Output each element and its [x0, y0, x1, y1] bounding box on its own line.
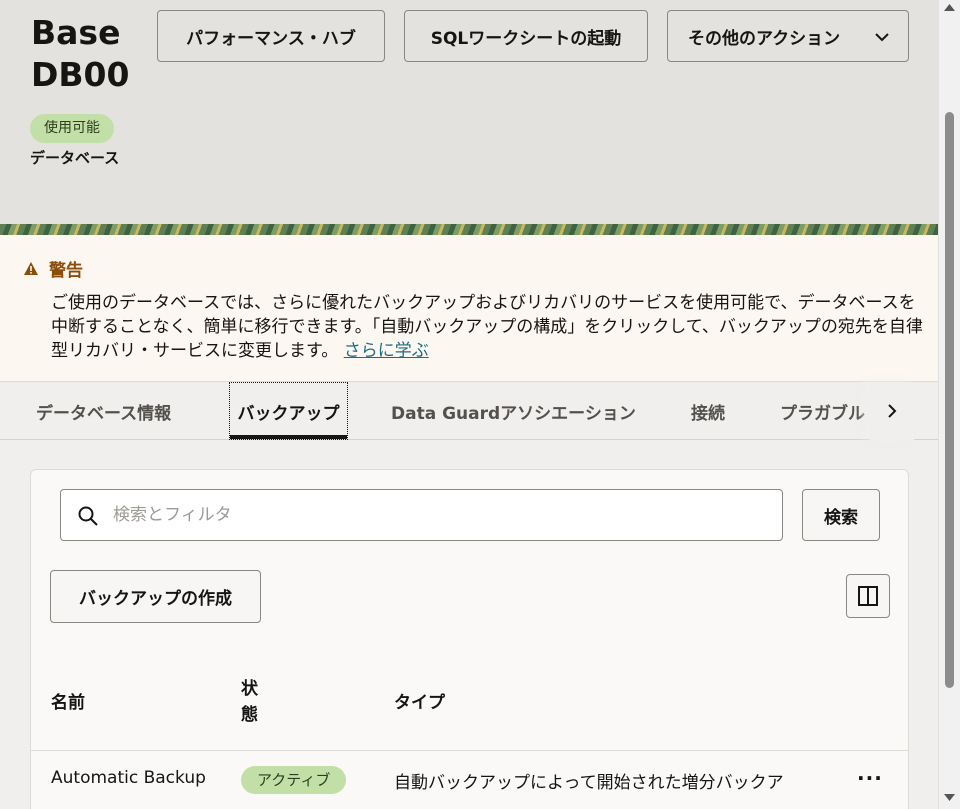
backup-name-cell: Automatic Backup — [51, 768, 206, 788]
columns-icon — [858, 586, 878, 606]
warning-body: ご使用のデータベースでは、さらに優れたバックアップおよびリカバリのサービスを使用… — [51, 293, 923, 361]
scrollbar-thumb[interactable] — [945, 112, 954, 688]
search-icon — [78, 506, 98, 526]
scroll-up-arrow-icon[interactable] — [944, 3, 955, 11]
warning-heading: 警告 — [23, 256, 83, 281]
status-badge: 使用可能 — [30, 114, 114, 143]
warning-text: ご使用のデータベースでは、さらに優れたバックアップおよびリカバリのサービスを使用… — [51, 291, 923, 363]
row-actions-menu-button[interactable]: ··· — [857, 768, 883, 788]
tab-backups[interactable]: バックアップ — [229, 382, 348, 440]
vertical-scrollbar[interactable] — [938, 0, 960, 809]
sql-worksheet-button[interactable]: SQLワークシートの起動 — [404, 10, 648, 62]
column-header-type[interactable]: タイプ — [394, 688, 445, 713]
resource-type-label: データベース — [30, 149, 120, 167]
decorative-banner — [0, 224, 938, 235]
tab-bar: データベース情報 バックアップ Data Guardアソシエーション 接続 プラ… — [0, 381, 938, 440]
column-toggle-button[interactable] — [846, 574, 890, 618]
tab-data-guard[interactable]: Data Guardアソシエーション — [391, 382, 661, 440]
row-divider — [31, 750, 908, 751]
page-title: BaseDB00 — [31, 13, 130, 94]
backups-panel: 検索 バックアップの作成 名前 状態 タイプ Automatic Backup … — [30, 469, 909, 809]
tab-scroll-right-button[interactable] — [870, 382, 914, 440]
chevron-right-icon — [888, 404, 897, 418]
warning-message: 警告 ご使用のデータベースでは、さらに優れたバックアップおよびリカバリのサービス… — [0, 235, 938, 381]
scroll-down-arrow-icon[interactable] — [944, 794, 955, 802]
tab-pluggable[interactable]: プラガブル — [780, 382, 870, 440]
search-input[interactable] — [113, 490, 763, 540]
more-actions-button[interactable]: その他のアクション — [667, 10, 909, 62]
tab-connection[interactable]: 接続 — [691, 382, 751, 440]
create-backup-button[interactable]: バックアップの作成 — [50, 570, 261, 623]
warning-icon — [24, 262, 38, 275]
warning-title: 警告 — [49, 261, 83, 281]
search-field[interactable] — [60, 489, 783, 541]
learn-more-link[interactable]: さらに学ぶ — [344, 341, 429, 361]
more-actions-label: その他のアクション — [688, 28, 841, 49]
column-header-name[interactable]: 名前 — [51, 688, 85, 713]
backup-type-cell: 自動バックアップによって開始された増分バックア — [394, 773, 784, 793]
database-header: BaseDB00 使用可能 データベース パフォーマンス・ハブ SQLワークシー… — [0, 0, 938, 224]
chevron-down-icon — [875, 33, 889, 42]
performance-hub-button[interactable]: パフォーマンス・ハブ — [157, 10, 385, 62]
search-button[interactable]: 検索 — [802, 489, 880, 541]
column-header-state[interactable]: 状態 — [241, 676, 265, 728]
tab-database-info[interactable]: データベース情報 — [36, 382, 206, 440]
backup-state-badge: アクティブ — [241, 766, 347, 794]
